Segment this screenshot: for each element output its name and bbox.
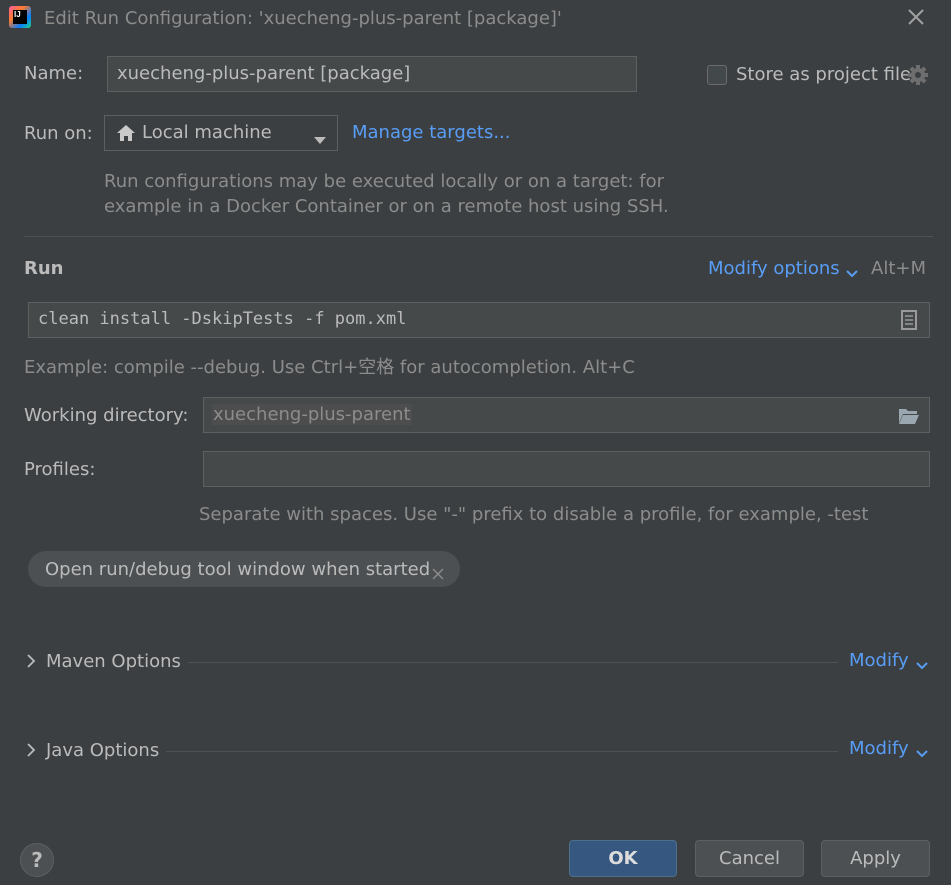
logo-text: IJ: [13, 10, 27, 24]
name-input[interactable]: xuecheng-plus-parent [package]: [107, 56, 637, 92]
maven-options-title[interactable]: Maven Options: [46, 651, 181, 672]
working-directory-label: Working directory:: [24, 405, 189, 426]
home-icon: [116, 124, 136, 142]
cancel-button[interactable]: Cancel: [695, 840, 804, 877]
ok-button[interactable]: OK: [569, 840, 677, 877]
maven-modify-chevron-down-icon[interactable]: [915, 655, 929, 670]
expand-editor-icon[interactable]: [900, 309, 918, 331]
chip-close-icon[interactable]: [432, 564, 444, 580]
command-line-input[interactable]: clean install -DskipTests -f pom.xml: [28, 302, 930, 338]
gear-icon[interactable]: [907, 64, 929, 86]
maven-options-chevron-right-icon[interactable]: [24, 653, 38, 669]
run-section-title: Run: [24, 258, 64, 279]
dropdown-arrow-icon: [313, 129, 327, 144]
run-on-description-line1: Run configurations may be executed local…: [104, 171, 665, 192]
apply-button[interactable]: Apply: [821, 840, 930, 877]
manage-targets-link[interactable]: Manage targets...: [352, 122, 511, 143]
profiles-label: Profiles:: [24, 459, 96, 480]
window-title: Edit Run Configuration: 'xuecheng-plus-p…: [44, 8, 562, 29]
modify-options-link[interactable]: Modify options: [708, 258, 840, 279]
profiles-input[interactable]: [203, 451, 930, 487]
store-as-project-file-label[interactable]: Store as project file: [736, 64, 911, 85]
option-chip-label: Open run/debug tool window when started: [45, 559, 431, 580]
working-directory-value: xuecheng-plus-parent: [212, 404, 412, 425]
store-as-project-file-checkbox[interactable]: [707, 65, 727, 85]
java-modify-link[interactable]: Modify: [849, 738, 909, 759]
help-button[interactable]: ?: [20, 843, 54, 877]
run-on-description-line2: example in a Docker Container or on a re…: [104, 196, 669, 217]
working-directory-input[interactable]: xuecheng-plus-parent: [203, 397, 930, 433]
profiles-hint: Separate with spaces. Use "-" prefix to …: [199, 504, 869, 525]
command-line-hint: Example: compile --debug. Use Ctrl+空格 fo…: [24, 357, 635, 378]
folder-icon[interactable]: [898, 407, 920, 425]
java-options-chevron-right-icon[interactable]: [24, 742, 38, 758]
section-divider: [24, 236, 933, 237]
close-icon[interactable]: [903, 4, 929, 30]
chevron-down-icon[interactable]: [845, 263, 859, 278]
intellij-logo-icon: IJ: [9, 6, 31, 28]
run-on-combo[interactable]: Local machine: [104, 115, 338, 151]
title-bar: IJ Edit Run Configuration: 'xuecheng-plu…: [0, 0, 951, 38]
java-options-title[interactable]: Java Options: [46, 740, 159, 761]
run-on-selected: Local machine: [142, 122, 272, 143]
name-label: Name:: [24, 63, 84, 84]
java-modify-chevron-down-icon[interactable]: [915, 743, 929, 758]
maven-options-divider: [188, 662, 838, 663]
java-options-divider: [166, 751, 838, 752]
run-on-label: Run on:: [24, 123, 93, 144]
maven-modify-link[interactable]: Modify: [849, 650, 909, 671]
option-chip[interactable]: Open run/debug tool window when started: [28, 551, 460, 587]
modify-options-shortcut: Alt+M: [871, 258, 926, 279]
